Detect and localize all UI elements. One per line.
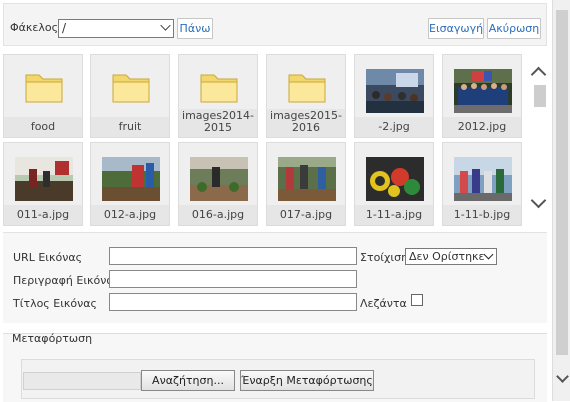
item-name: images2014- 2015 (179, 109, 257, 137)
description-input[interactable] (109, 270, 357, 288)
image-thumbnail (278, 157, 336, 201)
image-properties-form: URL Εικόνας Στοίχιση Δεν Ορίστηκε Περιγρ… (3, 232, 547, 323)
folder-select-value: / (62, 21, 67, 35)
align-select-value: Δεν Ορίστηκε (409, 250, 485, 263)
url-input[interactable] (109, 247, 357, 265)
up-button[interactable]: Πάνω (177, 18, 213, 39)
image-thumbnail (102, 157, 160, 201)
folder-icon (200, 74, 238, 103)
image-browser: food fruit images2014- 2015 images2015- 20… (0, 50, 548, 228)
scroll-down-icon[interactable] (556, 370, 569, 383)
description-label: Περιγραφή Εικόνας (13, 274, 121, 287)
item-name: images2015- 2016 (267, 109, 345, 137)
upload-fieldset: Μεταφόρτωση Αναζήτηση... Έναρξη Μεταφόρτ… (3, 332, 547, 402)
scroll-down-icon[interactable] (530, 192, 547, 209)
cancel-button[interactable]: Ακύρωση (487, 18, 541, 39)
folder-label: Φάκελος (10, 21, 59, 34)
folder-icon (112, 74, 150, 103)
chevron-down-icon (483, 249, 494, 260)
start-upload-button[interactable]: Έναρξη Μεταφόρτωσης (240, 370, 374, 391)
folder-icon (288, 74, 326, 103)
page-scrollbar-thumb[interactable] (556, 10, 568, 355)
item-name: 017-a.jpg (267, 205, 345, 225)
image-thumbnail (454, 69, 512, 113)
insert-button[interactable]: Εισαγωγή (428, 18, 484, 39)
image-thumbnail (454, 157, 512, 201)
folder-icon (25, 74, 63, 103)
url-label: URL Εικόνας (13, 251, 83, 264)
image-thumbnail (366, 69, 424, 113)
image-thumbnail (15, 157, 73, 201)
image-item[interactable]: -2.jpg (354, 54, 434, 138)
image-item[interactable]: 2012.jpg (442, 54, 522, 138)
file-path-field[interactable] (23, 372, 141, 390)
caption-label: Λεζάντα (360, 297, 407, 310)
align-select[interactable]: Δεν Ορίστηκε (405, 248, 497, 265)
folder-toolbar: Φάκελος / Πάνω Εισαγωγή Ακύρωση (3, 3, 547, 46)
folder-item[interactable]: images2014- 2015 (178, 54, 258, 138)
item-name: 016-a.jpg (179, 205, 257, 225)
item-name: 012-a.jpg (91, 205, 169, 225)
thumbnail-scrollbar[interactable] (530, 55, 547, 215)
item-name: 2012.jpg (443, 117, 521, 137)
chevron-down-icon (160, 20, 171, 31)
title-input[interactable] (109, 293, 357, 311)
item-name: 011-a.jpg (4, 205, 82, 225)
item-name: food (4, 117, 82, 137)
folder-select[interactable]: / (58, 19, 174, 38)
image-item[interactable]: 012-a.jpg (90, 142, 170, 226)
item-name: -2.jpg (355, 117, 433, 137)
folder-item[interactable]: food (3, 54, 83, 138)
item-name: 1-11-b.jpg (443, 205, 521, 225)
image-item[interactable]: 1-11-b.jpg (442, 142, 522, 226)
title-label: Τίτλος Εικόνας (13, 297, 97, 310)
image-item[interactable]: 016-a.jpg (178, 142, 258, 226)
upload-box: Αναζήτηση... Έναρξη Μεταφόρτωσης (21, 359, 535, 399)
scrollbar-thumb[interactable] (534, 85, 546, 107)
folder-item[interactable]: fruit (90, 54, 170, 138)
image-thumbnail (366, 157, 424, 201)
image-item[interactable]: 017-a.jpg (266, 142, 346, 226)
item-name: 1-11-a.jpg (355, 205, 433, 225)
align-label: Στοίχιση (360, 251, 409, 264)
image-item[interactable]: 1-11-a.jpg (354, 142, 434, 226)
caption-checkbox[interactable] (411, 294, 423, 306)
folder-item[interactable]: images2015- 2016 (266, 54, 346, 138)
scroll-up-icon[interactable] (530, 66, 547, 83)
image-thumbnail (190, 157, 248, 201)
browse-button[interactable]: Αναζήτηση... (141, 370, 235, 391)
upload-legend: Μεταφόρτωση (12, 332, 93, 345)
image-item[interactable]: 011-a.jpg (3, 142, 83, 226)
page-scrollbar[interactable] (552, 0, 570, 401)
item-name: fruit (91, 117, 169, 137)
